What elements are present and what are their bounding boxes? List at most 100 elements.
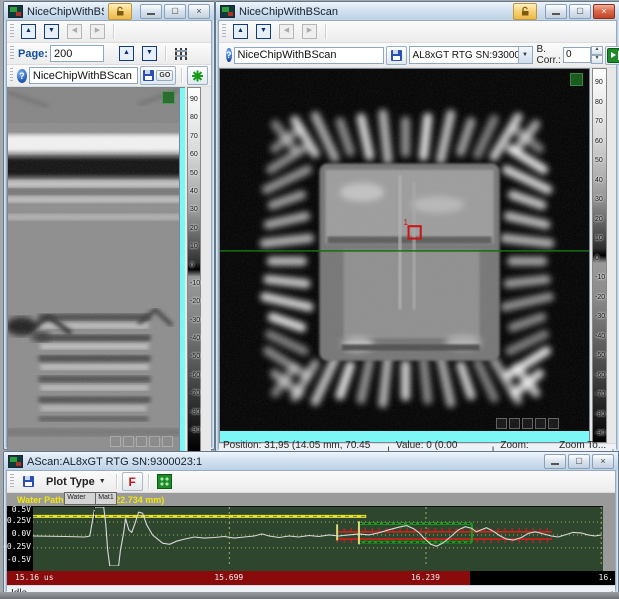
save-button[interactable] bbox=[18, 472, 39, 491]
image-zoom-tools[interactable] bbox=[496, 418, 559, 429]
lock-button[interactable] bbox=[513, 3, 537, 20]
colorbar-tick: -40 bbox=[190, 335, 200, 342]
scan-name-input[interactable] bbox=[234, 47, 384, 64]
colorbar-tick: -30 bbox=[190, 317, 200, 324]
bcorr-label: B. Corr.: bbox=[537, 44, 561, 66]
bscan-window: NiceChipWithBScan ▢ × ▲ ▼ ◀ ▶ Page bbox=[3, 1, 215, 450]
close-button[interactable]: × bbox=[592, 454, 614, 469]
y-axis-tick: 0.25V bbox=[7, 517, 31, 525]
cscan-window-title: NiceChipWithBScan bbox=[239, 6, 338, 18]
zoom-out-tool-icon[interactable] bbox=[162, 436, 173, 447]
line-tool-icon[interactable] bbox=[522, 418, 533, 429]
overlay-green-icon[interactable] bbox=[162, 91, 175, 104]
transducer-dropdown[interactable]: AL8xGT RTG SN:930002 ▼ bbox=[409, 46, 533, 64]
export-button[interactable] bbox=[605, 46, 619, 65]
move-left-button[interactable]: ◀ bbox=[276, 22, 297, 41]
save-button[interactable] bbox=[386, 46, 407, 65]
mat1-marker-label[interactable]: Mat1 bbox=[95, 492, 117, 505]
minimize-button[interactable] bbox=[544, 454, 566, 469]
colorbar-tick: 70 bbox=[190, 133, 198, 140]
colorbar-tick: -20 bbox=[595, 294, 605, 301]
y-axis-tick: 0.5V bbox=[12, 506, 31, 514]
bscan-toolbar-name: ? GO bbox=[7, 65, 211, 87]
image-zoom-tools[interactable] bbox=[110, 436, 173, 447]
x-axis-tick: 15.16 us bbox=[15, 573, 54, 582]
restore-button[interactable]: ▢ bbox=[164, 4, 186, 19]
restore-button[interactable]: ▢ bbox=[568, 454, 590, 469]
minimize-button[interactable] bbox=[545, 4, 567, 19]
bscan-toolbar-nav: ▲ ▼ ◀ ▶ bbox=[7, 21, 211, 43]
colorbar-gradient bbox=[187, 87, 201, 452]
arrow-up-icon: ▲ bbox=[21, 24, 36, 39]
desktop: NiceChipWithBScan ▢ × ▲ ▼ ◀ ▶ Page bbox=[0, 0, 619, 599]
restore-icon: ▢ bbox=[171, 6, 179, 15]
move-up-button[interactable]: ▲ bbox=[230, 22, 251, 41]
close-icon: × bbox=[600, 456, 605, 466]
arrow-up-icon: ▲ bbox=[119, 46, 134, 61]
bscan-rendering bbox=[8, 88, 179, 451]
page-input[interactable] bbox=[50, 45, 104, 62]
sliders-icon bbox=[175, 48, 187, 60]
zoom-in-tool-icon[interactable] bbox=[535, 418, 546, 429]
padlock-icon bbox=[115, 6, 125, 17]
lock-button[interactable] bbox=[108, 3, 132, 20]
zoom-out-tool-icon[interactable] bbox=[548, 418, 559, 429]
move-down-button[interactable]: ▼ bbox=[253, 22, 274, 41]
bscan-slice-indicator[interactable] bbox=[180, 87, 185, 452]
close-button[interactable]: × bbox=[188, 4, 210, 19]
save-go-button[interactable]: GO bbox=[140, 66, 176, 85]
move-up-button[interactable]: ▲ bbox=[18, 22, 39, 41]
mat1-marker-text: Mat1 bbox=[98, 494, 114, 501]
ascan-plot-row: 0.5V0.25V0.0V-0.25V-0.5V bbox=[7, 506, 615, 571]
bscan-window-title: NiceChipWithBScan bbox=[27, 6, 104, 18]
bcorr-value[interactable]: 0 bbox=[563, 47, 591, 63]
move-left-button[interactable]: ◀ bbox=[64, 22, 85, 41]
adjust-button[interactable] bbox=[171, 44, 192, 63]
scan-name-input[interactable] bbox=[29, 67, 139, 84]
bcorr-spinner[interactable]: 0 ▲▼ bbox=[563, 46, 603, 64]
close-button[interactable]: × bbox=[593, 4, 615, 19]
pan-tool-icon[interactable] bbox=[123, 436, 134, 447]
new-view-button[interactable] bbox=[187, 66, 208, 85]
move-right-button[interactable]: ▶ bbox=[87, 22, 108, 41]
move-right-button[interactable]: ▶ bbox=[299, 22, 320, 41]
pan-tool-icon[interactable] bbox=[509, 418, 520, 429]
colorbar-tick: 0 bbox=[595, 255, 599, 262]
restore-button[interactable]: ▢ bbox=[569, 4, 591, 19]
minimize-icon bbox=[552, 13, 560, 15]
cscan-titlebar[interactable]: NiceChipWithBScan ▢ × bbox=[216, 2, 619, 20]
measurement-cursor[interactable] bbox=[94, 507, 95, 523]
page-down-button[interactable]: ▼ bbox=[139, 44, 160, 63]
line-tool-icon[interactable] bbox=[136, 436, 147, 447]
help-icon[interactable]: ? bbox=[226, 48, 232, 62]
plot-type-label: Plot Type bbox=[46, 476, 95, 488]
ascan-plot[interactable] bbox=[33, 506, 603, 571]
frequency-button[interactable]: F bbox=[122, 472, 143, 491]
colorbar-tick: -80 bbox=[190, 409, 200, 416]
cscan-image[interactable]: 1 bbox=[219, 68, 590, 443]
palette-button[interactable] bbox=[154, 472, 175, 491]
bscan-image[interactable] bbox=[7, 87, 180, 452]
close-icon: × bbox=[601, 6, 606, 16]
bscan-titlebar[interactable]: NiceChipWithBScan ▢ × bbox=[4, 2, 214, 20]
spinner-down-icon[interactable]: ▼ bbox=[591, 55, 603, 64]
water-marker-label[interactable]: Water bbox=[64, 492, 98, 505]
x-axis-tick: 16. bbox=[599, 573, 613, 582]
toolbar-separator bbox=[113, 24, 114, 39]
bscan-content: 9080706050403020100-10-20-30-40-50-60-70… bbox=[7, 87, 211, 452]
zoom-in-tool-icon[interactable] bbox=[149, 436, 160, 447]
colorbar-tick: -50 bbox=[190, 353, 200, 360]
zoom-tool-icon[interactable] bbox=[110, 436, 121, 447]
spinner-up-icon[interactable]: ▲ bbox=[591, 46, 603, 55]
page-up-button[interactable]: ▲ bbox=[116, 44, 137, 63]
toolbar-separator bbox=[165, 46, 166, 61]
zoom-tool-icon[interactable] bbox=[496, 418, 507, 429]
plot-type-dropdown[interactable]: Plot Type ▼ bbox=[41, 472, 111, 491]
colorbar-tick: 40 bbox=[190, 188, 198, 195]
minimize-button[interactable] bbox=[140, 4, 162, 19]
overlay-green-icon[interactable] bbox=[570, 73, 583, 86]
move-down-button[interactable]: ▼ bbox=[41, 22, 62, 41]
ascan-titlebar[interactable]: AScan:AL8xGT RTG SN:9300023:1 ▢ × bbox=[4, 452, 618, 470]
colorbar-tick: 30 bbox=[190, 206, 198, 213]
help-icon[interactable]: ? bbox=[17, 69, 27, 83]
